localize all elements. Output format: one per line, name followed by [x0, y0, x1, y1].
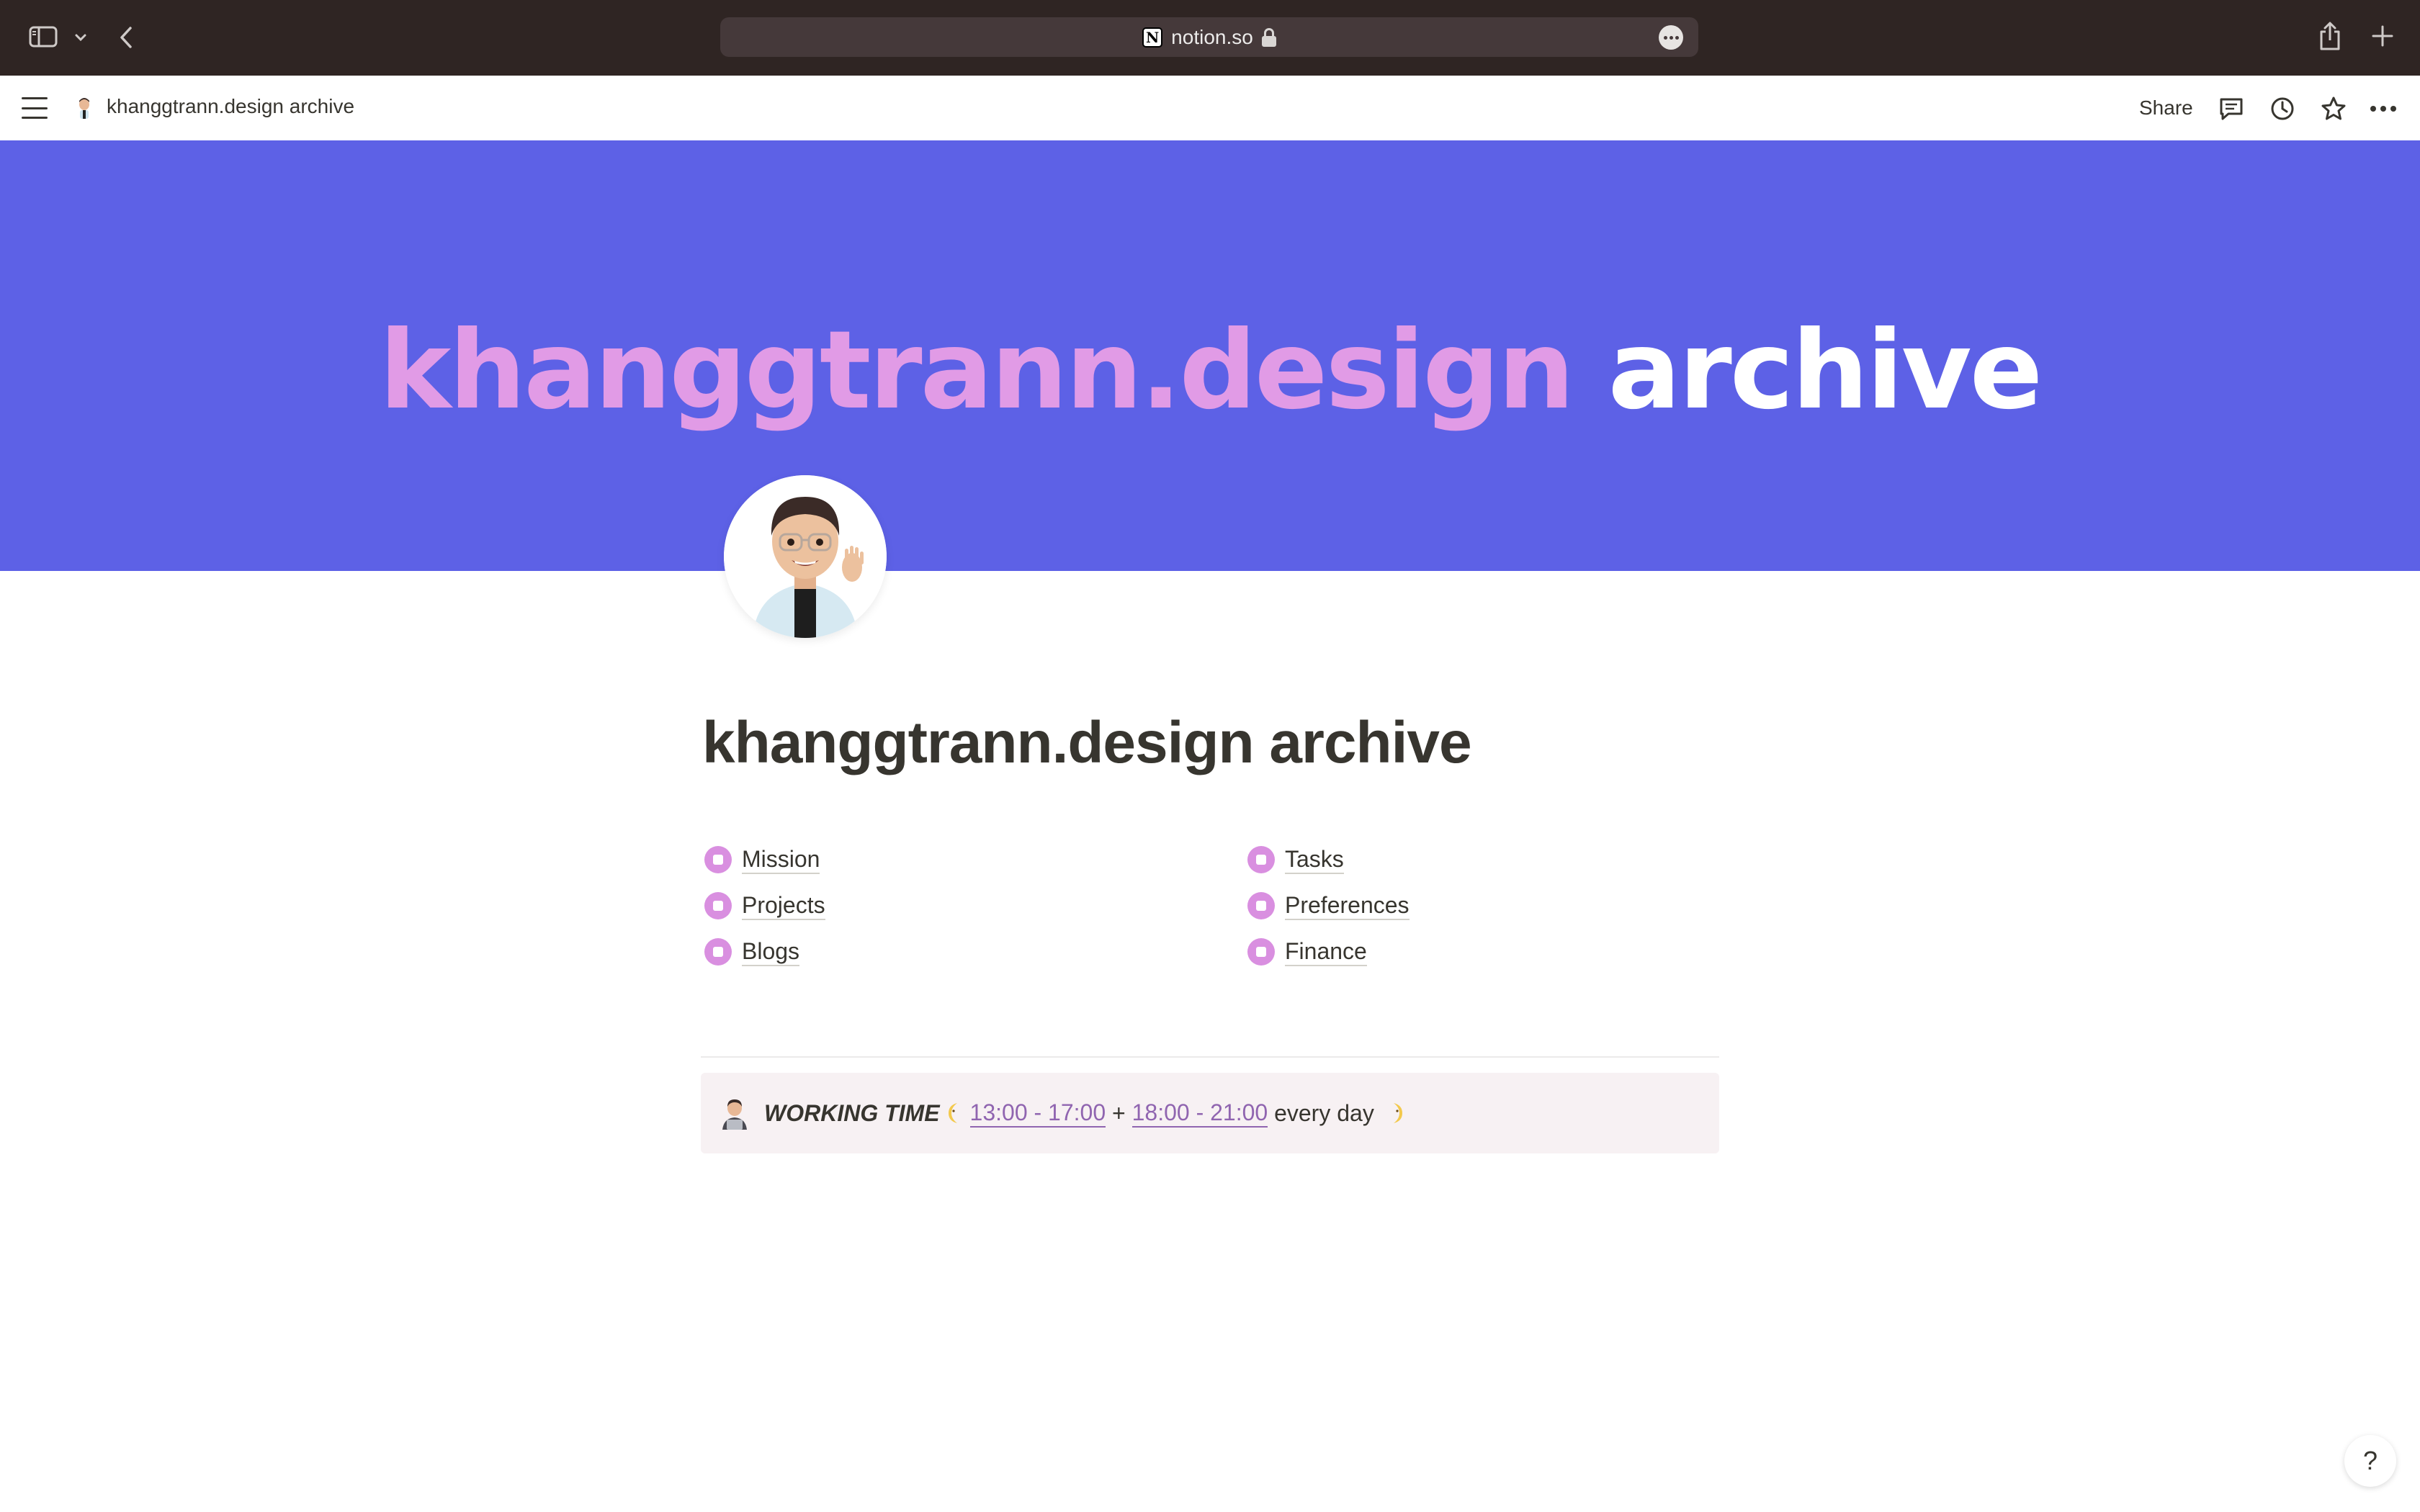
page-link-projects[interactable]: Projects: [704, 891, 825, 920]
links-column-left: Mission Projects Blogs: [704, 846, 825, 966]
url-text: notion.so: [1171, 25, 1253, 48]
trophy-icon: [704, 846, 732, 873]
share-icon[interactable]: [2316, 20, 2344, 52]
cover-title-rest: archive: [1608, 308, 2043, 433]
coin-icon: [1247, 938, 1275, 966]
note-icon: [704, 938, 732, 966]
working-time-callout[interactable]: WORKING TIME 13:00 - 17:00 + 18:00 - 21:…: [701, 1073, 1719, 1153]
page-link-finance[interactable]: Finance: [1247, 938, 1410, 966]
callout-label: WORKING TIME: [764, 1099, 940, 1126]
notion-logo-icon: N: [1142, 27, 1163, 48]
page-link-tasks[interactable]: Tasks: [1247, 845, 1410, 874]
page-link-label[interactable]: Finance: [1285, 937, 1367, 966]
every-day-text: every day: [1268, 1099, 1381, 1126]
comment-icon[interactable]: [2215, 93, 2247, 125]
time-range-afternoon[interactable]: 13:00 - 17:00: [969, 1099, 1106, 1128]
technologist-icon: [718, 1097, 751, 1130]
page-link-mission[interactable]: Mission: [704, 845, 825, 874]
menu-icon[interactable]: [22, 97, 48, 119]
new-tab-icon[interactable]: [2370, 23, 2396, 49]
more-horizontal-icon[interactable]: [2367, 93, 2399, 125]
help-button[interactable]: ?: [2344, 1435, 2396, 1487]
divider: [701, 1056, 1719, 1058]
breadcrumb-avatar: [72, 96, 97, 120]
target-icon: [1247, 846, 1275, 873]
page-icon-avatar[interactable]: [724, 475, 887, 638]
links-column-right: Tasks Preferences Finance: [1247, 846, 1410, 966]
browser-toolbar: N notion.so: [0, 0, 2420, 76]
more-icon[interactable]: [1659, 25, 1683, 50]
image-icon: [704, 892, 732, 919]
share-button[interactable]: Share: [2132, 93, 2200, 123]
page-title[interactable]: khanggtrann.design archive: [702, 709, 1472, 777]
chevron-down-icon[interactable]: [72, 29, 89, 46]
sidebar-icon[interactable]: [27, 24, 59, 49]
page-link-label[interactable]: Mission: [742, 845, 820, 874]
cover-image: khanggtrann.design archive: [0, 140, 2420, 571]
notion-topbar: khanggtrann.design archive Share: [0, 76, 2420, 140]
cover-title-accent: khanggtrann.design: [379, 308, 1575, 433]
lock-icon: [1261, 27, 1276, 47]
history-icon[interactable]: [2267, 93, 2298, 125]
page-link-label[interactable]: Blogs: [742, 937, 800, 966]
page-link-blogs[interactable]: Blogs: [704, 938, 825, 966]
page-link-label[interactable]: Preferences: [1285, 891, 1410, 920]
address-bar[interactable]: N notion.so: [720, 17, 1698, 57]
plus-text: +: [1106, 1099, 1132, 1126]
page-link-label[interactable]: Projects: [742, 891, 825, 920]
page-link-preferences[interactable]: Preferences: [1247, 891, 1410, 920]
breadcrumb-title[interactable]: khanggtrann.design archive: [107, 95, 354, 118]
page-link-label[interactable]: Tasks: [1285, 845, 1344, 874]
back-icon[interactable]: [115, 24, 137, 50]
time-range-evening[interactable]: 18:00 - 21:00: [1131, 1099, 1268, 1128]
bolt-icon: [1247, 892, 1275, 919]
star-icon[interactable]: [2318, 93, 2349, 125]
cover-title: khanggtrann.design archive: [0, 306, 2420, 436]
last-quarter-moon-icon: [1385, 1101, 1407, 1125]
first-quarter-moon-icon: [944, 1101, 966, 1125]
